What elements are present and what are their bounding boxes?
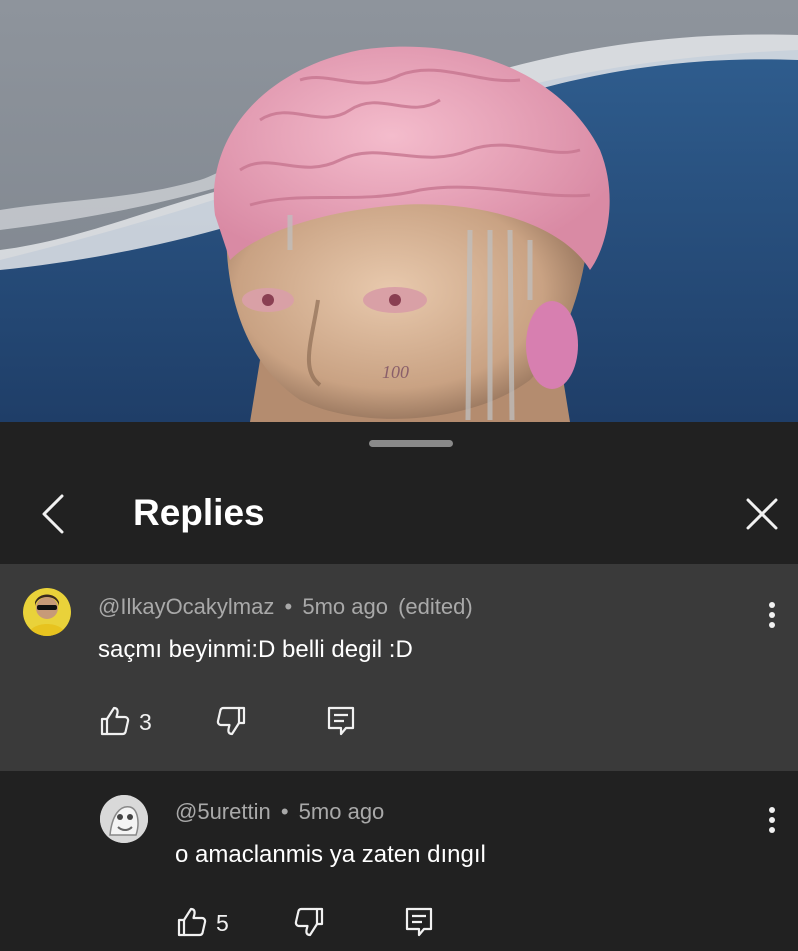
comment-icon [327,706,355,736]
comment-author[interactable]: @IlkayOcakylmaz [98,594,274,619]
comment-text: saçmı beyinmi:D belli degil :D [98,636,413,663]
meta-separator: • [284,594,293,619]
more-options-button[interactable] [760,803,784,843]
more-options-button[interactable] [760,598,784,638]
thumbs-up-icon [100,706,130,736]
thumbs-down-icon [294,907,324,937]
comment-meta: @IlkayOcakylmaz • 5mo ago (edited) [98,594,473,620]
back-button[interactable] [30,490,80,538]
dislike-button[interactable] [214,704,248,738]
reply-button[interactable] [402,905,436,939]
video-frame[interactable]: 100 [0,0,798,422]
comment-item: @IlkayOcakylmaz • 5mo ago (edited) saçmı… [0,564,798,771]
ear [526,301,578,389]
avatar[interactable] [100,795,148,843]
avatar-image [23,588,71,636]
reply-button[interactable] [324,704,358,738]
thumbs-up-icon [177,907,207,937]
video-artwork: 100 [0,0,798,422]
like-count: 5 [216,910,229,936]
drag-handle[interactable] [369,440,453,447]
comment-meta: @5urettin • 5mo ago [175,799,384,825]
comment-time: 5mo ago [298,799,385,824]
like-button[interactable] [175,905,209,939]
dislike-button[interactable] [292,905,326,939]
comment-author[interactable]: @5urettin [175,799,271,824]
sheet-header: Replies [0,470,798,562]
like-count: 3 [139,709,152,735]
close-button[interactable] [738,490,788,538]
like-button[interactable] [98,704,132,738]
chevron-left-icon [42,494,64,534]
reply-item: @5urettin • 5mo ago o amaclanmis ya zate… [0,771,798,951]
replies-sheet: Replies @IlkayOcakylmaz • 5mo ago (edite… [0,422,798,951]
avatar[interactable] [23,588,71,636]
close-icon [746,498,778,530]
comment-icon [405,907,433,937]
thumbs-down-icon [216,706,246,736]
more-vert-icon [769,602,775,608]
avatar-image [100,795,148,843]
edited-label: (edited) [398,594,473,619]
comment-text: o amaclanmis ya zaten dıngıl [175,841,486,868]
meta-separator: • [280,799,289,824]
comment-time: 5mo ago [302,594,388,619]
face-tattoo: 100 [382,362,409,382]
sheet-title: Replies [133,492,265,533]
more-vert-icon [769,807,775,813]
